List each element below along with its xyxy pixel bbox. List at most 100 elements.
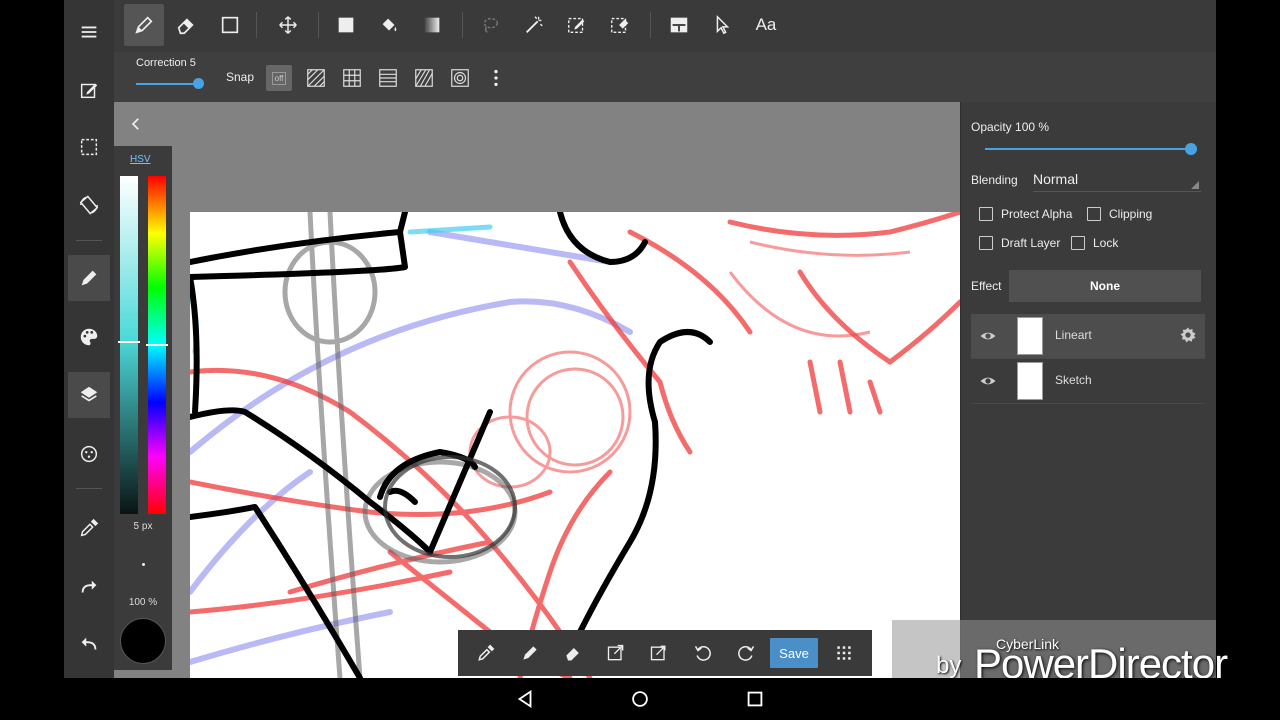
layer-opacity-slider[interactable] xyxy=(985,148,1191,150)
divide-tool-button[interactable] xyxy=(659,4,699,46)
eyedropper-icon xyxy=(80,518,99,537)
layers-icon xyxy=(80,386,98,402)
quick-rotate-right-button[interactable] xyxy=(732,639,760,667)
fill-rect-tool-button[interactable] xyxy=(326,4,366,46)
quick-eyedropper-button[interactable] xyxy=(472,639,500,667)
effect-select-button[interactable]: None xyxy=(1009,270,1201,302)
current-color-swatch[interactable] xyxy=(120,618,166,664)
horizontal-snap-button[interactable] xyxy=(375,65,401,91)
rotate-left-icon xyxy=(694,645,711,661)
quick-toolbar: Save xyxy=(458,630,872,676)
sidebar-item-brush[interactable] xyxy=(68,255,110,301)
nav-home-button[interactable] xyxy=(629,688,651,710)
operation-tool-button[interactable] xyxy=(702,4,742,46)
correction-slider-knob[interactable] xyxy=(193,78,204,89)
quick-rotate-left-button[interactable] xyxy=(689,639,717,667)
lock-checkbox[interactable]: Lock xyxy=(1071,236,1118,250)
toolbar-divider xyxy=(256,12,257,38)
clipping-checkbox[interactable]: Clipping xyxy=(1087,207,1152,221)
sidebar-item-edit[interactable] xyxy=(68,67,110,113)
palette-icon xyxy=(80,328,98,346)
select-pen-tool-button[interactable] xyxy=(557,4,597,46)
drawing-canvas[interactable] xyxy=(190,212,960,678)
hue-marker[interactable] xyxy=(146,344,168,346)
saturation-value-bar[interactable] xyxy=(120,176,138,514)
protect-alpha-label: Protect Alpha xyxy=(1001,207,1073,221)
sidebar-item-eyedropper[interactable] xyxy=(68,505,110,551)
select-eraser-tool-button[interactable] xyxy=(600,4,640,46)
quick-export-button[interactable] xyxy=(645,639,673,667)
sidebar-item-selection[interactable] xyxy=(68,124,110,170)
canvas-area[interactable] xyxy=(114,102,960,678)
sidebar-divider xyxy=(76,488,102,489)
concentric-snap-button[interactable] xyxy=(447,65,473,91)
grid-snap-button[interactable] xyxy=(339,65,365,91)
quick-pen-button[interactable] xyxy=(516,639,544,667)
apps-grid-icon xyxy=(837,646,851,660)
parallel-snap-button[interactable] xyxy=(303,65,329,91)
sidebar-item-layer[interactable] xyxy=(68,372,110,418)
lasso-tool-button[interactable] xyxy=(470,4,510,46)
layer-row[interactable]: Sketch xyxy=(971,359,1205,403)
more-options-button[interactable] xyxy=(483,65,509,91)
protect-alpha-checkbox[interactable]: Protect Alpha xyxy=(979,207,1072,221)
blending-underline xyxy=(1033,191,1201,192)
rectangle-tool-button[interactable] xyxy=(210,4,250,46)
grid-snap-icon xyxy=(343,69,361,87)
bucket-icon xyxy=(382,18,397,32)
recents-square-icon xyxy=(747,691,763,707)
sv-marker[interactable] xyxy=(118,341,140,343)
gradient-tool-button[interactable] xyxy=(412,4,452,46)
blending-label: Blending xyxy=(971,173,1018,187)
magic-wand-tool-button[interactable] xyxy=(514,4,554,46)
home-circle-icon xyxy=(632,691,648,707)
correction-label: Correction 5 xyxy=(136,57,196,69)
brush-size-label: 5 px xyxy=(133,521,153,532)
gear-icon[interactable] xyxy=(1179,326,1197,344)
magic-wand-icon xyxy=(526,16,543,33)
sidebar-item-undo[interactable] xyxy=(68,621,110,667)
quick-eraser-button[interactable] xyxy=(559,639,587,667)
blending-select[interactable]: Normal xyxy=(1033,171,1078,187)
layer-name: Sketch xyxy=(1055,373,1092,387)
snap-off-button[interactable]: off xyxy=(266,65,292,91)
eraser-tool-button[interactable] xyxy=(166,4,206,46)
layer-opacity-label: Opacity 100 % xyxy=(971,120,1050,134)
export-icon xyxy=(650,645,666,661)
snap-off-label: off xyxy=(271,71,287,85)
draft-layer-checkbox[interactable]: Draft Layer xyxy=(979,236,1060,250)
lasso-icon xyxy=(483,17,499,33)
eyedropper-icon xyxy=(478,644,495,661)
vanishing-snap-button[interactable] xyxy=(411,65,437,91)
sidebar-item-color[interactable] xyxy=(68,314,110,360)
menu-icon xyxy=(81,26,97,38)
nav-recents-button[interactable] xyxy=(744,688,766,710)
watermark-by: by xyxy=(936,652,962,679)
layer-row[interactable]: Lineart xyxy=(971,314,1205,358)
hsv-mode-link[interactable]: HSV xyxy=(130,154,151,165)
text-tool-button[interactable]: Aa xyxy=(746,4,786,46)
collapse-panel-button[interactable] xyxy=(124,112,148,136)
medibang-app: Aa Correction 5 Snap off HSV 5 px 100 % … xyxy=(64,0,1216,678)
eye-icon[interactable] xyxy=(979,327,997,345)
layer-divider xyxy=(971,403,1205,404)
draft-layer-label: Draft Layer xyxy=(1001,236,1061,250)
apps-grid-button[interactable] xyxy=(830,639,858,667)
checkbox-box xyxy=(1087,207,1101,221)
sidebar-item-redo[interactable] xyxy=(68,564,110,610)
save-button[interactable]: Save xyxy=(770,638,818,668)
layer-opacity-knob[interactable] xyxy=(1185,143,1197,155)
pen-tool-button[interactable] xyxy=(124,4,164,46)
quick-transform-button[interactable] xyxy=(602,639,630,667)
clipping-label: Clipping xyxy=(1109,207,1153,221)
move-tool-button[interactable] xyxy=(268,4,308,46)
lock-label: Lock xyxy=(1093,236,1119,250)
eye-icon[interactable] xyxy=(979,372,997,390)
nav-back-button[interactable] xyxy=(514,688,536,710)
bucket-tool-button[interactable] xyxy=(369,4,409,46)
sidebar-item-menu[interactable] xyxy=(68,9,110,55)
sidebar-item-material[interactable] xyxy=(68,431,110,477)
sidebar-item-rotate-view[interactable] xyxy=(68,182,110,228)
text-tool-label: Aa xyxy=(755,15,777,34)
rectangle-icon xyxy=(221,16,239,34)
